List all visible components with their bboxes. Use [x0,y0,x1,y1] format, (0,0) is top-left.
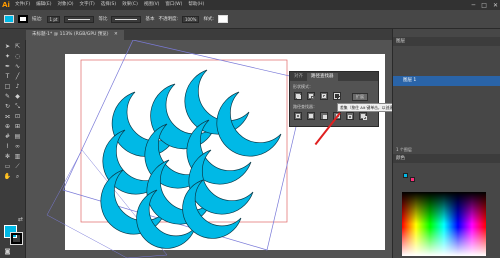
panel-tabs: 对齐 路径查找器 [290,72,378,81]
menu-file[interactable]: 文件(F) [12,0,33,10]
menu-effect[interactable]: 效果(C) [119,0,141,10]
artboard-tool-icon[interactable]: ▭ [3,163,12,171]
menu-help[interactable]: 帮助(H) [185,0,207,10]
lasso-tool-icon[interactable]: ◌ [13,53,22,61]
slice-tool-icon[interactable]: ⟋ [13,163,22,171]
merge-button[interactable] [320,112,328,120]
tab-align[interactable]: 对齐 [290,73,307,81]
scale-tool-icon[interactable]: ⤡ [13,103,22,111]
opacity-label: 不透明度: [158,17,178,22]
zoom-tool-icon[interactable]: ⌕ [13,173,22,181]
rotate-tool-icon[interactable]: ↻ [3,103,12,111]
pathfinders-label: 路径查找器： [293,104,317,109]
close-tab-icon[interactable]: ✕ [114,32,118,37]
mesh-tool-icon[interactable]: # [3,133,12,141]
basic-label: 基本 [145,17,155,22]
divide-button[interactable] [294,112,302,120]
intersect-button[interactable] [320,92,328,100]
menu-object[interactable]: 对象(O) [54,0,76,10]
draw-normal-icon[interactable]: ◙ [3,248,12,256]
document-tab[interactable]: 未标题-1* @ 113% (RGB/GPU 预览) ✕ [26,30,124,40]
eraser-tool-icon[interactable]: ◆ [13,93,22,101]
maximize-button[interactable]: □ [481,2,487,9]
shaper-tool-icon[interactable]: ✎ [3,93,12,101]
fill-mini-swatch[interactable] [403,173,408,178]
magic-wand-tool-icon[interactable]: ✦ [3,53,12,61]
stroke-weight-field[interactable]: 1 pt [46,15,61,23]
stroke-color-box[interactable] [10,232,23,245]
direct-selection-tool-icon[interactable]: ⇱ [13,43,22,51]
swap-colors-icon[interactable]: ⇄ [16,216,25,224]
layer-row[interactable]: 图层 1 [393,76,500,86]
selection-tool-icon[interactable]: ➤ [3,43,12,51]
line-tool-icon[interactable]: ╱ [13,73,22,81]
fill-swatch[interactable] [4,15,14,23]
layer-count: 1 个图层 [396,147,412,152]
stroke-mini-swatch[interactable] [410,177,415,182]
stroke-swatch[interactable] [18,15,28,23]
pen-tool-icon[interactable]: ✒ [3,63,12,71]
color-panel-header[interactable]: 颜色 [393,154,500,163]
exclude-button[interactable] [333,92,341,100]
type-tool-icon[interactable]: T [3,73,12,81]
layers-panel-header[interactable]: 图层 [393,37,500,46]
graphic-style-swatch[interactable] [217,15,228,23]
tools-panel: ➤ ⇱ ✦ ◌ ✒ ∿ T ╱ □ ♪ ✎ ◆ ↻ ⤡ ⟗ ⊡ ⊕ ⊞ # ▤ … [0,40,26,258]
symbol-sprayer-tool-icon[interactable]: ✻ [3,153,12,161]
brush-definition[interactable] [111,15,142,23]
rectangle-tool-icon[interactable]: □ [3,83,12,91]
menu-select[interactable]: 选择(S) [98,0,119,10]
free-transform-tool-icon[interactable]: ⊡ [13,113,22,121]
menu-bar: Ai 文件(F) 编辑(E) 对象(O) 文字(T) 选择(S) 效果(C) 视… [0,0,500,10]
minimize-button[interactable]: ─ [472,2,476,9]
variable-width-profile[interactable] [64,15,95,23]
paintbrush-tool-icon[interactable]: ♪ [13,83,22,91]
crescent-shape [216,91,282,157]
stroke-label: 描边: [32,17,43,22]
unite-button[interactable] [294,92,302,100]
document-tab-title: 未标题-1* @ 113% (RGB/GPU 预览) [32,32,109,37]
opacity-field[interactable]: 100% [182,15,200,23]
hand-tool-icon[interactable]: ✋ [3,173,12,181]
blend-tool-icon[interactable]: ∞ [13,143,22,151]
minus-front-button[interactable] [307,92,315,100]
menu-edit[interactable]: 编辑(E) [33,0,54,10]
perspective-grid-tool-icon[interactable]: ⊞ [13,123,22,131]
close-window-button[interactable]: ✕ [493,2,498,9]
shape-builder-tool-icon[interactable]: ⊕ [3,123,12,131]
menu-type[interactable]: 文字(T) [77,0,98,10]
style-label: 样式: [203,17,214,22]
layer-name: 图层 1 [403,78,417,83]
column-graph-tool-icon[interactable]: ▥ [13,153,22,161]
document-tab-bar: 未标题-1* @ 113% (RGB/GPU 预览) ✕ [0,29,392,40]
menu-window[interactable]: 窗口(W) [162,0,185,10]
gradient-tool-icon[interactable]: ▤ [13,133,22,141]
menu-view[interactable]: 视图(V) [141,0,163,10]
app-logo: Ai [2,1,10,9]
eyedropper-tool-icon[interactable]: ⌇ [3,143,12,151]
right-dock: 图层 ● 图层 1 1 个图层 颜色 [392,29,500,258]
window-controls: ─ □ ✕ [472,0,498,10]
color-spectrum[interactable] [402,192,486,256]
control-bar: 描边: 1 pt 等比 基本 不透明度: 100% 样式: [0,10,500,29]
shape-modes-label: 形状模式： [293,84,313,89]
trim-button[interactable] [307,112,315,120]
uniform-label: 等比 [98,17,108,22]
outline-button[interactable] [346,112,354,120]
minus-back-button[interactable] [359,112,367,120]
tab-pathfinder[interactable]: 路径查找器 [307,73,338,81]
width-tool-icon[interactable]: ⟗ [3,113,12,121]
curvature-tool-icon[interactable]: ∿ [13,63,22,71]
expand-label[interactable]: 扩展 [352,93,368,101]
